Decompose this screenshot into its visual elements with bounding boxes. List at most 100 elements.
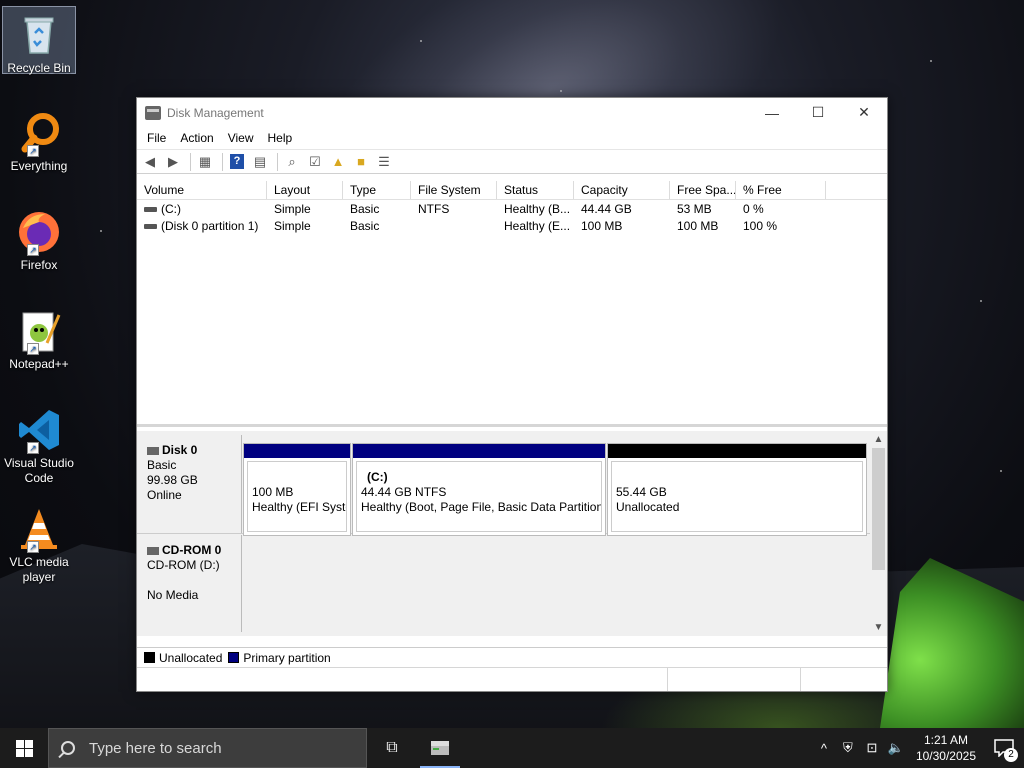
partition-size: 100 MB [252,485,294,499]
show-action-pane-icon[interactable]: ▤ [250,153,270,171]
volume-muted-icon[interactable]: 🔈 [884,740,908,756]
desktop-icon-everything[interactable]: ↗ Everything [2,105,76,174]
volume-icon [144,223,157,229]
disk-size: 99.98 GB [147,473,198,487]
partition-c[interactable]: (C:) 44.44 GB NTFS Healthy (Boot, Page F… [352,443,606,536]
volume-free-space: 100 MB [677,218,719,233]
back-arrow-icon[interactable]: ◀ [140,153,160,171]
close-button[interactable]: ✕ [841,98,887,127]
legend-primary-swatch [228,652,240,663]
volume-name: (Disk 0 partition 1) [161,218,259,233]
partition-status: Healthy (Boot, Page File, Basic Data Par… [361,500,602,514]
menu-action[interactable]: Action [173,131,220,145]
maximize-button[interactable]: ☐ [795,98,841,127]
folder-up-icon[interactable]: ▲ [328,153,348,171]
volume-file-system: NTFS [418,201,450,216]
partition-efi[interactable]: 100 MB Healthy (EFI Syste [243,443,351,536]
recycle-bin-icon [15,11,63,59]
desktop-icon-notepad-plus-plus[interactable]: ↗ Notepad++ [2,303,76,372]
menu-view[interactable]: View [221,131,261,145]
cdrom-drive: CD-ROM (D:) [147,558,220,572]
disk-map-scrollbar[interactable]: ▲ ▼ [870,431,887,636]
table-row[interactable]: (C:) Simple Basic NTFS Healthy (B... 44.… [137,200,887,217]
clock-time: 1:21 AM [923,733,968,747]
table-row[interactable]: (Disk 0 partition 1) Simple Basic Health… [137,217,887,234]
taskbar-search-box[interactable]: Type here to search [48,728,367,768]
folder-search-icon[interactable]: ■ [351,153,371,171]
firefox-icon: ↗ [15,208,63,256]
shortcut-arrow-icon: ↗ [27,244,39,256]
cdrom-media: No Media [147,588,199,602]
action-center-button[interactable]: 2 [984,728,1024,768]
volume-status: Healthy (E... [504,218,571,233]
volume-layout: Simple [274,201,311,216]
column-header-type[interactable]: Type [343,181,411,199]
desktop-icon-recycle-bin[interactable]: Recycle Bin [2,6,76,75]
column-header-layout[interactable]: Layout [267,181,343,199]
clock-date: 10/30/2025 [915,749,976,763]
menu-help[interactable]: Help [261,131,300,145]
disk-management-icon [431,741,449,755]
checklist-icon[interactable]: ☑ [305,153,325,171]
menu-bar: File Action View Help [137,127,887,149]
disk-management-window: Disk Management — ☐ ✕ File Action View H… [136,97,888,692]
notepad-plus-plus-icon: ↗ [15,307,63,355]
volume-capacity: 100 MB [581,218,623,233]
column-header-free-space[interactable]: Free Spa... [670,181,736,199]
task-view-icon: ⧉ [386,739,398,756]
column-header-capacity[interactable]: Capacity [574,181,670,199]
start-button[interactable] [0,728,48,768]
desktop-icon-label: Recycle Bin [7,61,71,75]
disk-name: Disk 0 [162,443,198,457]
volume-capacity: 44.44 GB [581,201,632,216]
minimize-button[interactable]: — [749,98,795,127]
cdrom-0-label[interactable]: CD-ROM 0 CD-ROM (D:) No Media [137,535,242,632]
partition-bar-unallocated [608,444,866,458]
taskbar-disk-management[interactable] [416,728,464,768]
windows-logo-icon [15,739,33,757]
partition-size: 55.44 GB [616,485,667,499]
scrollbar-thumb[interactable] [872,448,885,570]
column-header-volume[interactable]: Volume [137,181,267,199]
desktop-icon-label: VLC media player [9,555,69,584]
properties-icon[interactable]: ☰ [374,153,394,171]
disk-management-icon [145,105,161,120]
partition-title [252,470,346,485]
show-hide-console-tree-icon[interactable]: ▦ [195,153,215,171]
desktop-icon-vscode[interactable]: ↗ Visual Studio Code [2,402,76,486]
task-view-button[interactable]: ⧉ [368,728,416,768]
clock[interactable]: 1:21 AM 10/30/2025 [908,732,984,764]
desktop-icon-label: Everything [10,159,68,173]
taskbar: Type here to search ⧉ ^ ⛨ ⊡ 🔈 1:21 AM 10… [0,728,1024,768]
network-disconnected-icon[interactable]: ⊡ [860,740,884,756]
column-header-status[interactable]: Status [497,181,574,199]
partition-unallocated[interactable]: 55.44 GB Unallocated [607,443,867,536]
volume-type: Basic [350,201,380,216]
disk-icon [147,446,159,455]
security-alert-icon[interactable]: ⛨ [836,740,860,756]
window-title: Disk Management [167,105,264,120]
connect-icon[interactable]: ⌕ [282,153,302,171]
volume-percent-free: 100 % [743,218,778,233]
scroll-down-icon[interactable]: ▼ [870,619,887,636]
title-bar[interactable]: Disk Management — ☐ ✕ [137,98,887,127]
desktop-icon-firefox[interactable]: ↗ Firefox [2,204,76,273]
help-icon[interactable]: ? [227,153,247,171]
column-header-file-system[interactable]: File System [411,181,497,199]
column-header-percent-free[interactable]: % Free [736,181,826,199]
forward-arrow-icon[interactable]: ▶ [163,153,183,171]
volume-percent-free: 0 % [743,201,764,216]
desktop-icon-vlc[interactable]: ↗ VLC media player [2,501,76,585]
partition-size: 44.44 GB NTFS [361,485,447,499]
menu-file[interactable]: File [140,131,173,145]
vscode-icon: ↗ [15,406,63,454]
desktop-icon-label: Firefox [20,258,58,272]
partition-status: Unallocated [616,500,680,514]
disk-0-label[interactable]: Disk 0 Basic 99.98 GB Online [137,435,242,533]
cdrom-0-row: CD-ROM 0 CD-ROM (D:) No Media [137,535,870,632]
disk-state: Online [147,488,182,502]
toolbar: ◀ ▶ ▦ ? ▤ ⌕ ☑ ▲ ■ ☰ [137,149,887,174]
scroll-up-icon[interactable]: ▲ [870,431,887,448]
chevron-up-icon[interactable]: ^ [812,741,836,756]
disk-0-row: Disk 0 Basic 99.98 GB Online 100 MB Heal… [137,435,870,536]
